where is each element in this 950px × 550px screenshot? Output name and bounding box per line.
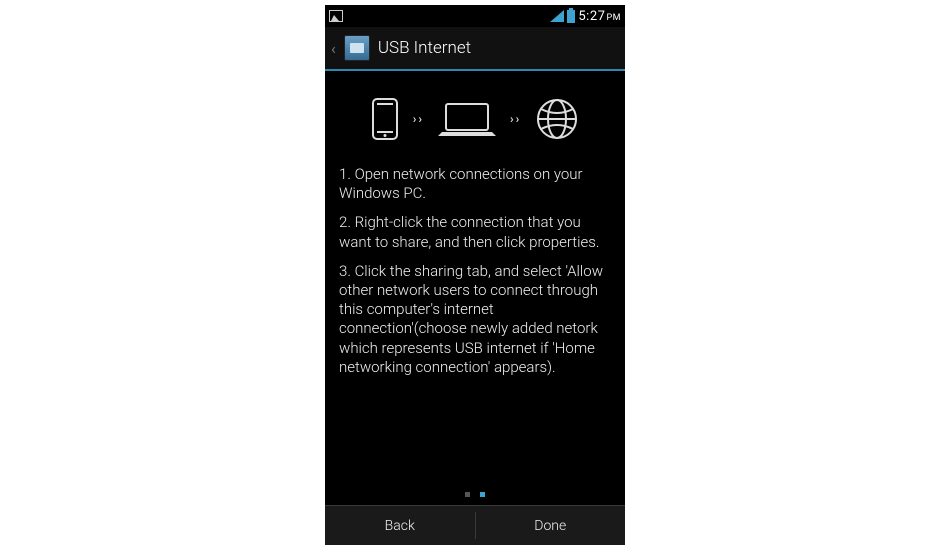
settings-app-icon[interactable] <box>344 35 370 61</box>
content-area: ›› ›› 1. Open network connections on you… <box>325 71 625 505</box>
status-left <box>329 10 343 22</box>
globe-icon <box>535 97 579 141</box>
arrows-icon: ›› <box>510 112 521 126</box>
status-bar: 5:27PM <box>325 5 625 27</box>
back-chevron-icon[interactable]: ‹ <box>331 39 336 58</box>
done-button[interactable]: Done <box>476 506 626 545</box>
page-indicator <box>339 492 611 505</box>
status-right: 5:27PM <box>550 9 621 24</box>
time-ampm: PM <box>606 13 621 23</box>
pager-dot-0[interactable] <box>465 492 470 497</box>
illustration-row: ›› ›› <box>339 83 611 165</box>
phone-screen: 5:27PM ‹ USB Internet ›› ›› <box>325 5 625 545</box>
laptop-icon <box>438 100 496 138</box>
pager-dot-1[interactable] <box>480 492 485 497</box>
image-notification-icon <box>329 10 343 22</box>
time-text: 5:27 <box>578 9 605 24</box>
step-3: 3. Click the sharing tab, and select 'Al… <box>339 262 611 377</box>
step-1: 1. Open network connections on your Wind… <box>339 165 611 203</box>
back-button[interactable]: Back <box>325 506 475 545</box>
app-header: ‹ USB Internet <box>325 27 625 71</box>
step-2: 2. Right-click the connection that you w… <box>339 213 611 251</box>
bottom-button-bar: Back Done <box>325 505 625 545</box>
cell-signal-icon <box>550 10 564 22</box>
page-title: USB Internet <box>378 38 471 58</box>
clock: 5:27PM <box>578 9 621 24</box>
phone-icon <box>371 97 399 141</box>
arrows-icon: ›› <box>413 112 424 126</box>
instruction-steps: 1. Open network connections on your Wind… <box>339 165 611 387</box>
battery-icon <box>567 10 575 23</box>
